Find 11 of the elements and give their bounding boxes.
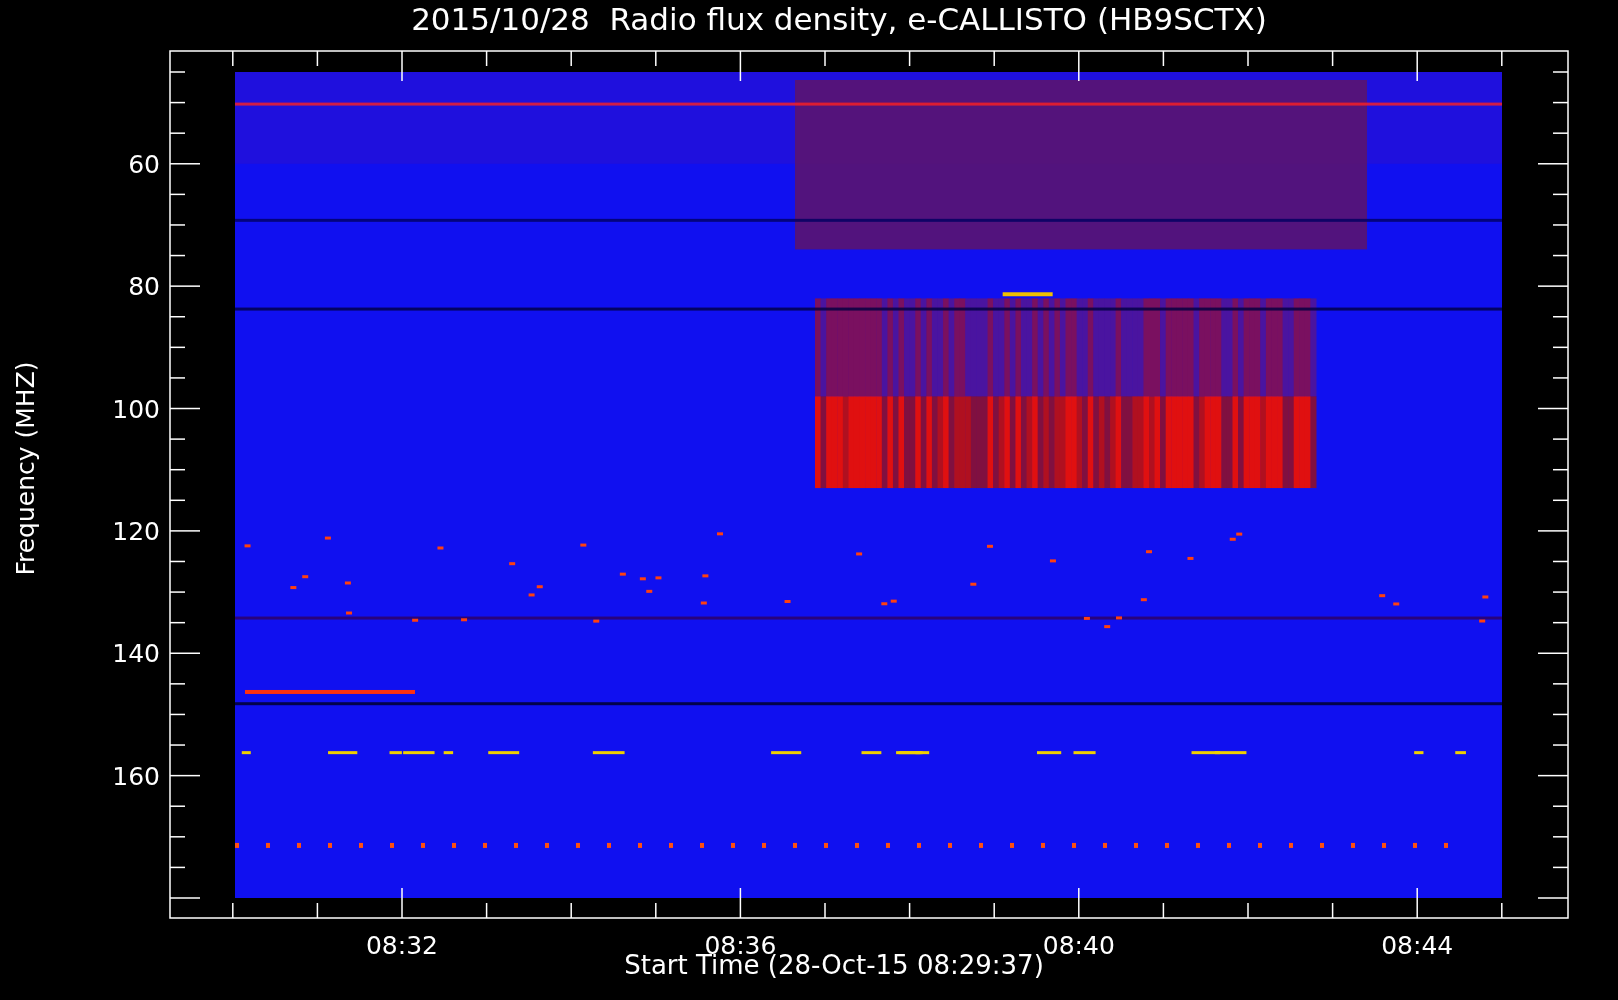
y-tick-label: 80 xyxy=(128,272,160,302)
y-tick-label: 120 xyxy=(112,516,160,546)
x-tick-label: 08:32 xyxy=(366,931,438,958)
x-tick-label: 08:40 xyxy=(1042,931,1115,958)
y-tick-label: 140 xyxy=(112,639,160,669)
y-tick-label: 100 xyxy=(112,394,160,424)
x-tick-label: 08:44 xyxy=(1381,931,1454,958)
chart-title: 2015/10/28 Radio flux density, e-CALLISTO (HB9SCTX) xyxy=(410,1,1267,37)
y-tick-label: 160 xyxy=(112,761,160,791)
y-axis-label: Frequency (MHZ) xyxy=(10,360,40,576)
y-tick-label: 60 xyxy=(128,149,160,179)
